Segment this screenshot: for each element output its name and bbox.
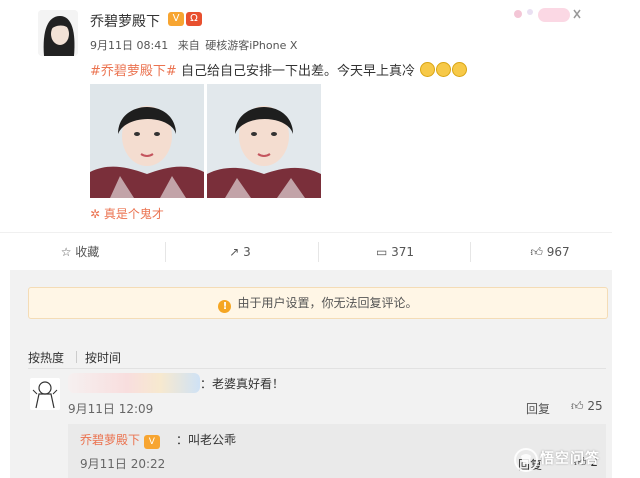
sort-by-hot[interactable]: 按热度 [28,349,64,366]
post-photo[interactable] [207,84,321,198]
action-bar: ☆ 收藏 ↗ 3 ▭ 371 👍︎ 967 [0,232,612,271]
commenter-name-redacted [68,369,200,397]
warning-icon: ! [218,300,232,313]
collect-button[interactable]: ☆ 收藏 [40,233,120,271]
sub-reply-time: 9月11日 20:22 [80,457,166,471]
action-divider [165,242,166,262]
repost-count: 3 [243,245,251,259]
laugh-cry-emoji-icon [452,62,468,77]
post-text: 自己给自己安排一下出差。今天早上真冷 [180,64,415,79]
watermark-text: 悟空问答 [540,451,600,467]
thumbs-up-icon: 👍︎ [571,399,584,413]
comment-disabled-notice: ! 由于用户设置，你无法回复评论。 [28,287,608,319]
top-decoration-icon [510,4,582,26]
laugh-cry-emoji-icon [420,62,436,77]
post-username[interactable]: 乔碧萝殿下 [90,11,160,31]
post-via: 来自 [177,39,200,52]
sort-by-time[interactable]: 按时间 [85,349,121,366]
thumbs-up-icon: 👍︎ [530,245,543,259]
weibo-post: 乔碧萝殿下 V Ω 9月11日 08:41 来自 硬核游客iPhone X #乔… [0,0,640,232]
reply-button[interactable]: 回复 [526,400,550,417]
repost-icon: ↗ [229,245,240,259]
comment-icon: ▭ [375,245,388,259]
sub-reply-author-name: 乔碧萝殿下 [80,433,141,447]
post-caption-text: 真是个鬼才 [103,207,164,221]
sub-reply-text: ：叫老公乖 [176,433,237,447]
post-caption[interactable]: ✲ 真是个鬼才 [90,205,164,222]
comment-time: 9月11日 12:09 [68,402,154,416]
comment-like-button[interactable]: 👍︎ 25 [571,399,603,414]
notice-text: 由于用户设置，你无法回复评论。 [237,296,418,310]
like-button[interactable]: 👍︎ 967 [505,233,595,271]
laugh-cry-emoji-icon [436,62,452,77]
comment-count: 371 [391,245,415,259]
member-badge-icon: V [143,435,160,449]
post-source[interactable]: 硬核游客iPhone X [205,39,297,52]
collect-label: 收藏 [75,245,100,259]
flower-icon: ✲ [90,207,101,221]
avatar[interactable] [38,10,78,56]
commenter-avatar[interactable] [30,378,60,410]
post-meta: 9月11日 08:41 来自 硬核游客iPhone X [90,37,303,53]
action-divider [470,242,471,262]
sub-reply-author[interactable]: 乔碧萝殿下 V [80,431,160,449]
fan-badge-icon: Ω [186,12,202,26]
post-body: #乔碧萝殿下# 自己给自己安排一下出差。今天早上真冷 [90,60,468,79]
repost-button[interactable]: ↗ 3 [200,233,280,271]
post-photo[interactable] [90,84,204,198]
action-divider [318,242,319,262]
star-icon: ☆ [60,245,72,259]
member-badge-icon: V [168,12,184,26]
sort-divider [76,351,77,363]
post-time[interactable]: 9月11日 08:41 [90,39,168,52]
comment-text: ：老婆真好看！ [200,377,285,391]
comment-like-count: 25 [587,399,603,413]
comment-button[interactable]: ▭ 371 [350,233,440,271]
post-hashtag[interactable]: #乔碧萝殿下# [90,64,177,79]
like-count: 967 [546,245,570,259]
